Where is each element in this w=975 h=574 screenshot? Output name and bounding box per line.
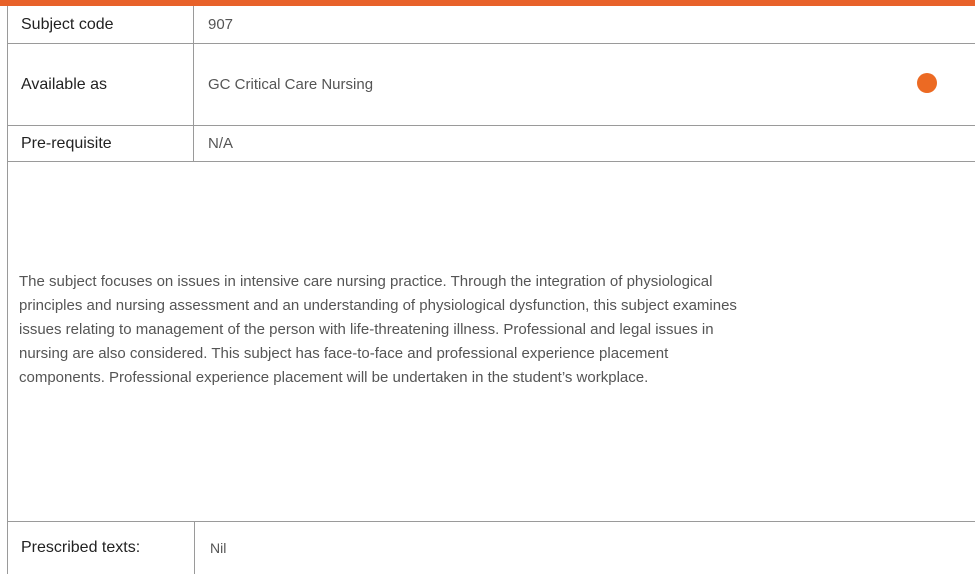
- description-line: The subject focuses on issues in intensi…: [19, 273, 713, 290]
- prescribed-texts-value: Nil: [210, 540, 227, 556]
- prescribed-texts-label: Prescribed texts:: [7, 522, 195, 574]
- prerequisite-row: Pre-requisite N/A: [7, 126, 975, 162]
- prerequisite-label: Pre-requisite: [7, 126, 194, 161]
- course-indicator-dot-icon: [917, 73, 937, 93]
- description-line: issues relating to management of the per…: [19, 321, 714, 338]
- subject-code-value: 907: [208, 16, 234, 33]
- prescribed-texts-row: Prescribed texts: Nil: [7, 522, 975, 574]
- subject-code-label: Subject code: [7, 6, 194, 43]
- description-line: components. Professional experience plac…: [19, 369, 649, 386]
- subject-description: The subject focuses on issues in intensi…: [19, 270, 964, 390]
- description-line: principles and nursing assessment and an…: [19, 297, 737, 314]
- prerequisite-value: N/A: [208, 135, 234, 152]
- subject-code-row: Subject code 907: [7, 6, 975, 44]
- description-line: nursing are also considered. This subjec…: [19, 345, 669, 362]
- description-row: The subject focuses on issues in intensi…: [7, 162, 975, 522]
- available-as-label: Available as: [7, 44, 194, 125]
- available-as-value: GC Critical Care Nursing: [208, 76, 374, 93]
- available-as-row: Available as GC Critical Care Nursing: [7, 44, 975, 126]
- subject-details-page: Subject code 907 Available as GC Critica…: [0, 0, 975, 574]
